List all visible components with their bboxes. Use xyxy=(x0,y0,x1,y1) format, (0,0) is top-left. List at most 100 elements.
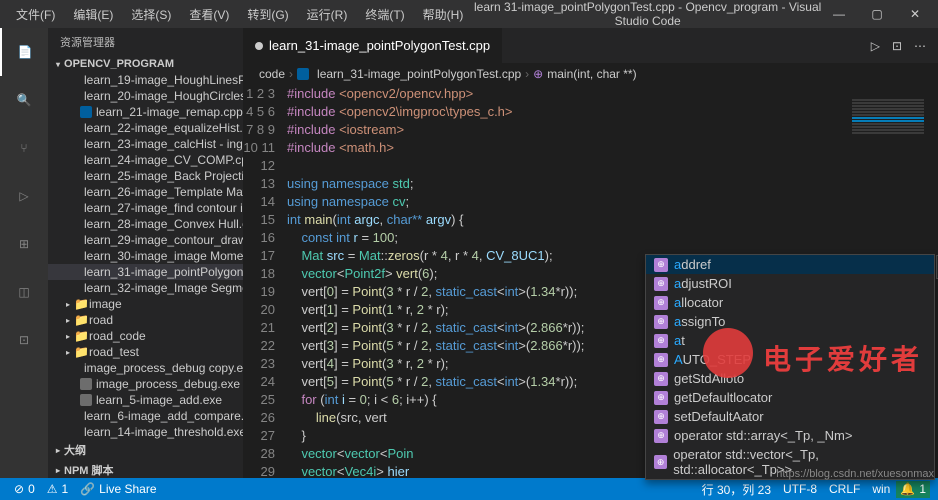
status-errors[interactable]: ⊘ 0 xyxy=(8,482,41,496)
tabs: learn_31-image_pointPolygonTest.cpp ▷ ⊡ … xyxy=(243,28,938,63)
close-button[interactable]: ✕ xyxy=(900,4,930,24)
watermark-circle xyxy=(703,328,753,378)
bc-file[interactable]: learn_31-image_pointPolygonTest.cpp xyxy=(317,67,521,81)
debug-icon[interactable]: ▷ xyxy=(0,172,48,220)
section-header[interactable]: ▸NPM 脚本 xyxy=(48,460,243,478)
titlebar: 文件(F) 编辑(E) 选择(S) 查看(V) 转到(G) 运行(R) 终端(T… xyxy=(0,0,938,28)
status-linecol[interactable]: 行 30，列 23 xyxy=(696,481,777,498)
sidebar-title: 资源管理器 xyxy=(48,28,243,56)
file-item[interactable]: learn_29-image_contour_draw_rect_ect.cpp xyxy=(48,232,243,248)
exe-item[interactable]: image_process_debug.exe xyxy=(48,376,243,392)
status-encoding[interactable]: UTF-8 xyxy=(777,481,823,498)
status-eol[interactable]: CRLF xyxy=(823,481,866,498)
suggest-item[interactable]: ⊕operator std::array<_Tp, _Nm> xyxy=(646,426,934,445)
menu-terminal[interactable]: 终端(T) xyxy=(357,2,412,27)
file-item[interactable]: learn_28-image_Convex Hull.cpp xyxy=(48,216,243,232)
watermark-url: https://blog.csdn.net/xuesonmax xyxy=(776,468,934,480)
editor-area: learn_31-image_pointPolygonTest.cpp ▷ ⊡ … xyxy=(243,28,938,478)
method-icon: ⊕ xyxy=(654,391,668,405)
breadcrumb[interactable]: code › learn_31-image_pointPolygonTest.c… xyxy=(243,63,938,85)
status-bell[interactable]: 🔔 1 xyxy=(896,481,930,498)
status-lang[interactable]: win xyxy=(866,481,896,498)
suggest-item[interactable]: ⊕adjustROI xyxy=(646,274,934,293)
file-item[interactable]: learn_30-image_image Moments.cpp xyxy=(48,248,243,264)
method-icon: ⊕ xyxy=(654,353,668,367)
explorer-icon[interactable]: 📄 xyxy=(0,28,48,76)
folder-item[interactable]: ▸📁 road_test xyxy=(48,344,243,360)
method-icon: ⊕ xyxy=(654,455,667,469)
tab-label: learn_31-image_pointPolygonTest.cpp xyxy=(269,38,490,53)
watermark-text: 电子爱好者 xyxy=(763,338,923,378)
exe-icon xyxy=(80,378,92,390)
menu-run[interactable]: 运行(R) xyxy=(299,2,356,27)
line-numbers: 1 2 3 4 5 6 7 8 9 10 11 12 13 14 15 16 1… xyxy=(243,85,287,478)
maximize-button[interactable]: ▢ xyxy=(862,4,892,24)
exe-item[interactable]: learn_5-image_add.exe xyxy=(48,392,243,408)
menu-goto[interactable]: 转到(G) xyxy=(239,2,296,27)
exe-item[interactable]: image_process_debug copy.exe xyxy=(48,360,243,376)
file-item[interactable]: learn_25-image_Back Projection.cpp xyxy=(48,168,243,184)
method-icon: ⊕ xyxy=(654,315,668,329)
tab-modified-icon xyxy=(255,42,263,50)
search-icon[interactable]: 🔍 xyxy=(0,76,48,124)
method-icon: ⊕ xyxy=(654,277,668,291)
scm-icon[interactable]: ⑂ xyxy=(0,124,48,172)
menu-help[interactable]: 帮助(H) xyxy=(415,2,472,27)
menu-view[interactable]: 查看(V) xyxy=(181,2,237,27)
file-item[interactable]: learn_22-image_equalizeHist.cpp xyxy=(48,120,243,136)
method-icon: ⊕ xyxy=(654,429,668,443)
menu-select[interactable]: 选择(S) xyxy=(123,2,179,27)
method-icon: ⊕ xyxy=(654,296,668,310)
status-liveshare[interactable]: 🔗 Live Share xyxy=(74,482,162,496)
file-item[interactable]: learn_24-image_CV_COMP.cpp xyxy=(48,152,243,168)
file-item[interactable]: learn_27-image_find contour in your_ima.… xyxy=(48,200,243,216)
minimap[interactable] xyxy=(848,98,928,268)
run-icon[interactable]: ▷ xyxy=(871,39,880,53)
bc-folder[interactable]: code xyxy=(259,67,285,81)
window-controls: — ▢ ✕ xyxy=(824,4,930,24)
menu-file[interactable]: 文件(F) xyxy=(8,2,63,27)
file-item[interactable]: learn_32-image_Image Segmentation.cpp xyxy=(48,280,243,296)
exe-item[interactable]: learn_14-image_threshold.exe xyxy=(48,424,243,440)
project-header[interactable]: ▾OPENCV_PROGRAM xyxy=(48,56,243,72)
status-warnings[interactable]: ⚠ 1 xyxy=(41,482,74,496)
extensions-icon[interactable]: ⊞ xyxy=(0,220,48,268)
folder-item[interactable]: ▸📁 road_code xyxy=(48,328,243,344)
ext2-icon[interactable]: ⊡ xyxy=(0,316,48,364)
bc-symbol[interactable]: main(int, char **) xyxy=(547,67,636,81)
file-item[interactable]: learn_19-image_HoughLinesP.cpp xyxy=(48,72,243,88)
ext1-icon[interactable]: ◫ xyxy=(0,268,48,316)
folder-item[interactable]: ▸📁 road xyxy=(48,312,243,328)
minimize-button[interactable]: — xyxy=(824,4,854,24)
suggest-item[interactable]: ⊕assignTo xyxy=(646,312,934,331)
suggest-item[interactable]: ⊕allocator xyxy=(646,293,934,312)
exe-item[interactable]: learn_6-image_add_compare.exe xyxy=(48,408,243,424)
file-item[interactable]: learn_23-image_calcHist - inginging.cpp xyxy=(48,136,243,152)
method-icon: ⊕ xyxy=(654,258,668,272)
cpp-icon xyxy=(80,106,92,118)
method-icon: ⊕ xyxy=(654,334,668,348)
cpp-icon xyxy=(297,68,309,80)
suggest-item[interactable]: ⊕setDefaultAator xyxy=(646,407,934,426)
tab-active[interactable]: learn_31-image_pointPolygonTest.cpp xyxy=(243,28,502,63)
section-header[interactable]: ▸大纲 xyxy=(48,440,243,460)
menu-edit[interactable]: 编辑(E) xyxy=(65,2,121,27)
tab-actions: ▷ ⊡ ⋯ xyxy=(871,39,938,53)
exe-icon xyxy=(80,394,92,406)
function-icon: ⊕ xyxy=(533,67,543,81)
menubar: 文件(F) 编辑(E) 选择(S) 查看(V) 转到(G) 运行(R) 终端(T… xyxy=(8,2,471,27)
split-icon[interactable]: ⊡ xyxy=(892,39,902,53)
folder-item[interactable]: ▸📁 image xyxy=(48,296,243,312)
suggest-item[interactable]: ⊕getDefaultlocator xyxy=(646,388,934,407)
file-item[interactable]: learn_31-image_pointPolygonTest.cpp1 xyxy=(48,264,243,280)
suggest-item[interactable]: ⊕addref xyxy=(646,255,934,274)
statusbar: ⊘ 0 ⚠ 1 🔗 Live Share 行 30，列 23 UTF-8 CRL… xyxy=(0,478,938,500)
activitybar: 📄 🔍 ⑂ ▷ ⊞ ◫ ⊡ xyxy=(0,28,48,478)
method-icon: ⊕ xyxy=(654,410,668,424)
file-item[interactable]: learn_26-image_Template Match.cpp xyxy=(48,184,243,200)
method-icon: ⊕ xyxy=(654,372,668,386)
more-icon[interactable]: ⋯ xyxy=(914,39,926,53)
file-item[interactable]: learn_21-image_remap.cpp xyxy=(48,104,243,120)
file-item[interactable]: learn_20-image_HoughCircles.cpp xyxy=(48,88,243,104)
sidebar: 资源管理器 ▾OPENCV_PROGRAM learn_19-image_Hou… xyxy=(48,28,243,478)
